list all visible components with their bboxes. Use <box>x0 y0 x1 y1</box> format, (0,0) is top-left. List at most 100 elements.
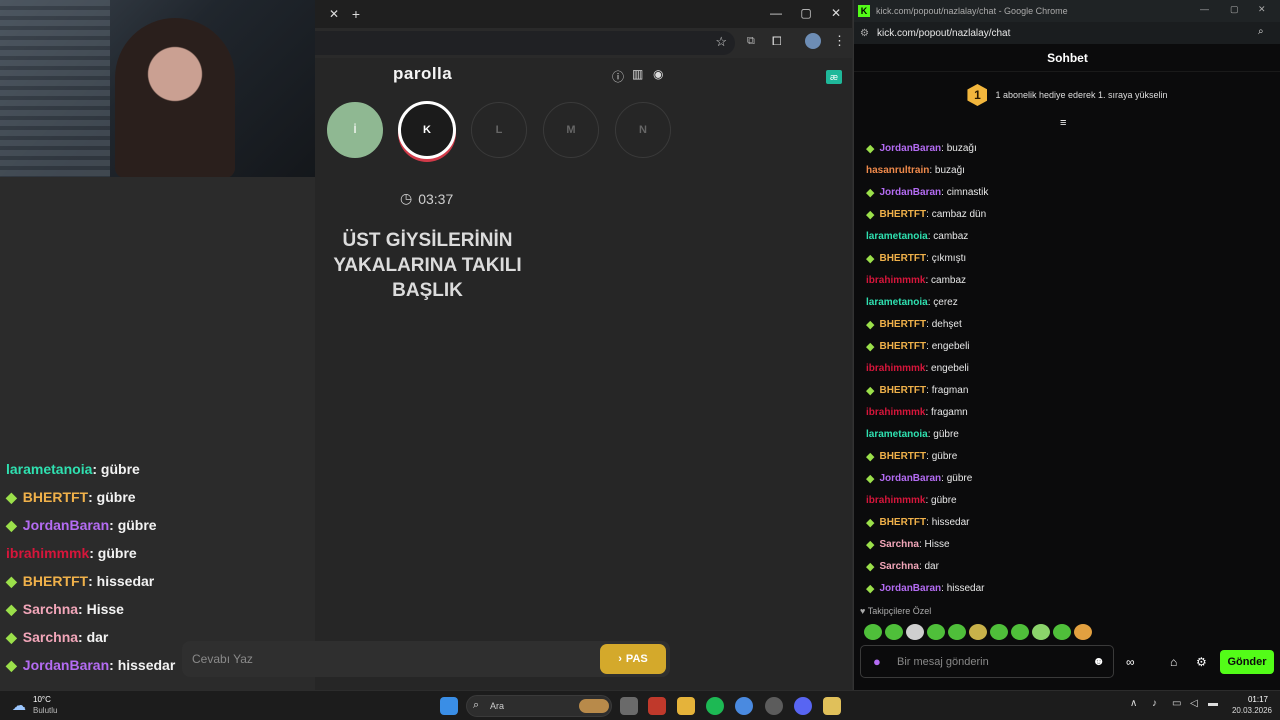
maximize-button[interactable]: ▢ <box>791 6 821 20</box>
weather-cloud-icon[interactable]: ☁ <box>12 697 26 714</box>
emoji-icon[interactable]: ☻ <box>1092 654 1105 668</box>
emote-icon[interactable] <box>1074 624 1092 640</box>
minimize-button[interactable]: — <box>1200 4 1209 14</box>
chat-username[interactable]: larametanoia <box>866 429 928 440</box>
chat-message: hasanrultrain: buzağı <box>866 159 1266 181</box>
page-content: parolla ⓘ ▥ ◉ İ K L M N ◷ 03:37 ÜST GİYS… <box>182 58 852 690</box>
chat-username[interactable]: BHERTFT <box>879 451 926 462</box>
chat-username[interactable]: larametanoia <box>866 297 928 308</box>
profile-avatar[interactable] <box>805 33 821 49</box>
microphone-tray-icon[interactable]: ♪ <box>1152 698 1157 709</box>
badge-gem-icon: ◆ <box>866 142 875 155</box>
translate-icon[interactable]: ⧉ <box>747 35 755 48</box>
chat-username[interactable]: ibrahimmmk <box>866 363 925 374</box>
chat-username[interactable]: BHERTFT <box>879 341 926 352</box>
file-explorer-icon[interactable] <box>677 697 695 715</box>
chat-username[interactable]: JordanBaran <box>879 583 941 594</box>
tray-chevron-icon[interactable]: ∧ <box>1130 698 1137 709</box>
volume-icon[interactable]: ◁ <box>1190 698 1198 709</box>
letter-circle-n: N <box>615 102 671 158</box>
chat-text: : buzağı <box>929 164 965 176</box>
extension-badge-icon[interactable]: æ <box>826 70 842 84</box>
question-text: ÜST GİYSİLERİNİN YAKALARINA TAKILI BAŞLI… <box>333 230 522 301</box>
close-window-button[interactable]: ✕ <box>1258 4 1266 15</box>
emote-icon[interactable] <box>990 624 1008 640</box>
bookmark-star-icon[interactable]: ☆ <box>715 34 727 50</box>
menu-kebab-icon[interactable]: ⋮ <box>833 33 846 49</box>
chat-username[interactable]: BHERTFT <box>879 385 926 396</box>
chat-username[interactable]: ibrahimmmk <box>866 275 925 286</box>
emote-icon[interactable] <box>864 624 882 640</box>
chat-username[interactable]: Sarchna <box>879 561 918 572</box>
clock-time[interactable]: 01:17 <box>1228 695 1268 704</box>
chat-username[interactable]: hasanrultrain <box>866 165 929 176</box>
pinned-collapse-icon[interactable]: ≡ <box>1060 117 1066 129</box>
clock-icon: ◷ <box>400 190 413 206</box>
pass-button[interactable]: › PAS <box>600 644 666 674</box>
emote-icon[interactable] <box>948 624 966 640</box>
minimize-button[interactable]: — <box>761 6 791 20</box>
emote-icon[interactable] <box>906 624 924 640</box>
network-icon[interactable]: ▭ <box>1172 698 1181 709</box>
chat-username[interactable]: JordanBaran <box>879 143 941 154</box>
zoom-icon[interactable]: ⌕ <box>1258 26 1264 37</box>
emote-icon[interactable] <box>885 624 903 640</box>
letter-circle-i: İ <box>327 102 383 158</box>
info-icon[interactable]: ⓘ <box>612 68 624 85</box>
new-tab-button[interactable]: + <box>341 6 371 22</box>
chat-username[interactable]: JordanBaran <box>879 473 941 484</box>
settings-gear-icon[interactable]: ⚙ <box>1196 655 1207 669</box>
emote-icon[interactable] <box>927 624 945 640</box>
close-window-button[interactable]: ✕ <box>821 6 851 20</box>
extensions-icon[interactable]: ⧠ <box>772 34 782 49</box>
address-bar[interactable]: ☆ <box>315 31 735 55</box>
chat-input[interactable]: ● Bir mesaj gönderin ☻ <box>860 645 1114 678</box>
app-icon[interactable] <box>823 697 841 715</box>
microphone-icon[interactable]: ● <box>873 654 881 669</box>
battery-icon[interactable]: ▬ <box>1208 698 1218 709</box>
chat-username[interactable]: BHERTFT <box>879 517 926 528</box>
chat-username[interactable]: JordanBaran <box>879 187 941 198</box>
letter-circle-k-active: K <box>398 101 456 159</box>
game-panel: parolla ⓘ ▥ ◉ İ K L M N ◷ 03:37 ÜST GİYS… <box>182 58 682 690</box>
chat-text: : gübre <box>926 450 958 462</box>
browser-window-chat: K kick.com/popout/nazlalay/chat - Google… <box>853 0 1280 690</box>
emote-bar <box>864 624 1092 640</box>
chat-username[interactable]: BHERTFT <box>879 319 926 330</box>
badge-gem-icon: ◆ <box>866 252 875 265</box>
badge-gem-icon: ◆ <box>6 628 17 645</box>
taskbar-search[interactable]: ⌕ Ara <box>466 695 612 717</box>
spotify-icon[interactable] <box>706 697 724 715</box>
emote-icon[interactable] <box>1032 624 1050 640</box>
store-icon[interactable]: ⌂ <box>1170 655 1177 669</box>
task-view-icon[interactable] <box>620 697 638 715</box>
chrome-icon[interactable] <box>735 697 753 715</box>
chat-text: : gübre <box>927 428 959 440</box>
account-icon[interactable]: ◉ <box>653 67 663 81</box>
discord-icon[interactable] <box>794 697 812 715</box>
maximize-button[interactable]: ▢ <box>1230 4 1239 15</box>
chat-username[interactable]: ibrahimmmk <box>866 495 925 506</box>
emote-icon[interactable] <box>969 624 987 640</box>
start-menu-icon[interactable] <box>440 697 458 715</box>
chat-username[interactable]: ibrahimmmk <box>866 407 925 418</box>
gift-banner[interactable]: 1 1 abonelik hediye ederek 1. sıraya yük… <box>854 80 1280 110</box>
steam-icon[interactable] <box>765 697 783 715</box>
chat-username[interactable]: larametanoia <box>866 231 928 242</box>
answer-input[interactable]: Cevabı Yaz › PAS <box>182 641 670 677</box>
emote-icon[interactable] <box>1011 624 1029 640</box>
brand-logo[interactable]: parolla <box>393 64 452 84</box>
p-app-icon[interactable] <box>648 697 666 715</box>
popout-address-bar[interactable]: ⚙ kick.com/popout/nazlalay/chat ⌕ <box>854 22 1280 44</box>
extensions-icon[interactable]: ∞ <box>1126 655 1135 669</box>
chat-username[interactable]: BHERTFT <box>879 253 926 264</box>
chat-message: ibrahimmmk: cambaz <box>866 269 1266 291</box>
chat-username[interactable]: Sarchna <box>879 539 918 550</box>
emote-icon[interactable] <box>1053 624 1071 640</box>
chat-message: ◆ BHERTFT: çıkmıştı <box>866 247 1266 269</box>
site-settings-icon[interactable]: ⚙ <box>860 28 869 39</box>
stats-icon[interactable]: ▥ <box>632 67 643 81</box>
chat-username[interactable]: BHERTFT <box>879 209 926 220</box>
send-button[interactable]: Gönder <box>1220 650 1274 674</box>
clock-date[interactable]: 20.03.2026 <box>1222 706 1272 715</box>
